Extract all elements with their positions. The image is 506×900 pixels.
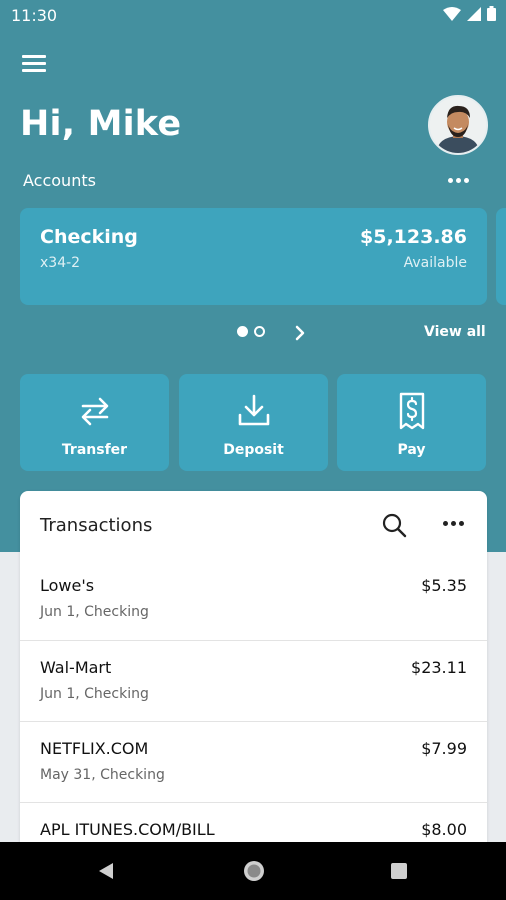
transfer-label: Transfer bbox=[61, 442, 128, 458]
transactions-list: Lowe's Jun 1, Checking $5.35 Wal-Mart Ju… bbox=[20, 559, 487, 851]
account-balance: $5,123.86 bbox=[360, 226, 467, 248]
greeting-title: Hi, Mike bbox=[20, 104, 182, 144]
pager-dot-active[interactable] bbox=[237, 326, 248, 337]
transaction-row[interactable]: Lowe's Jun 1, Checking $5.35 bbox=[20, 559, 487, 640]
account-number: x34-2 bbox=[40, 255, 81, 271]
transactions-title: Transactions bbox=[40, 515, 153, 536]
transaction-row[interactable]: Wal-Mart Jun 1, Checking $23.11 bbox=[20, 640, 487, 721]
status-icons bbox=[443, 6, 496, 21]
avatar-illustration bbox=[430, 97, 486, 153]
transaction-amount: $8.00 bbox=[421, 820, 467, 839]
more-horizontal-icon[interactable] bbox=[444, 170, 472, 190]
transaction-row[interactable]: NETFLIX.COM May 31, Checking $7.99 bbox=[20, 721, 487, 802]
download-tray-icon bbox=[238, 394, 269, 426]
battery-icon bbox=[487, 6, 496, 21]
user-avatar[interactable] bbox=[428, 95, 488, 155]
transaction-meta: May 31, Checking bbox=[40, 767, 165, 783]
deposit-label: Deposit bbox=[223, 442, 284, 458]
transaction-amount: $23.11 bbox=[411, 658, 467, 677]
transaction-amount: $7.99 bbox=[421, 739, 467, 758]
more-horizontal-icon[interactable] bbox=[439, 513, 467, 535]
pay-label: Pay bbox=[397, 442, 426, 458]
system-nav-bar bbox=[0, 842, 506, 900]
hamburger-menu-icon[interactable] bbox=[22, 52, 48, 76]
recents-square-icon[interactable] bbox=[389, 861, 409, 881]
chevron-right-icon[interactable] bbox=[290, 323, 310, 343]
status-time: 11:30 bbox=[11, 6, 58, 25]
transaction-meta: Jun 1, Checking bbox=[40, 604, 149, 620]
pager-dot[interactable] bbox=[254, 326, 265, 337]
dollar-receipt-icon bbox=[399, 392, 424, 430]
accounts-label: Accounts bbox=[23, 171, 96, 190]
account-card-checking[interactable]: Checking x34-2 $5,123.86 Available bbox=[20, 208, 487, 305]
transaction-merchant: Lowe's bbox=[40, 576, 95, 595]
account-balance-label: Available bbox=[403, 255, 467, 271]
transfer-button[interactable]: Transfer bbox=[20, 374, 169, 471]
account-name: Checking bbox=[40, 226, 138, 248]
back-triangle-icon[interactable] bbox=[96, 861, 116, 881]
transaction-merchant: NETFLIX.COM bbox=[40, 739, 149, 758]
transaction-meta: Jun 1, Checking bbox=[40, 686, 149, 702]
transactions-panel: Transactions Lowe's Jun 1, Checking $5.3… bbox=[20, 491, 487, 851]
transfer-arrows-icon bbox=[81, 397, 108, 426]
next-account-card-peek[interactable] bbox=[496, 208, 506, 305]
wifi-icon bbox=[443, 6, 461, 21]
pay-button[interactable]: Pay bbox=[337, 374, 486, 471]
transaction-merchant: APL ITUNES.COM/BILL bbox=[40, 820, 215, 839]
transaction-merchant: Wal-Mart bbox=[40, 658, 112, 677]
deposit-button[interactable]: Deposit bbox=[179, 374, 328, 471]
view-all-link[interactable]: View all bbox=[424, 324, 486, 340]
search-icon[interactable] bbox=[380, 511, 408, 539]
status-bar: 11:30 bbox=[0, 0, 506, 32]
home-circle-icon[interactable] bbox=[242, 859, 266, 883]
transaction-amount: $5.35 bbox=[421, 576, 467, 595]
signal-icon bbox=[467, 6, 481, 21]
card-pager bbox=[237, 326, 265, 337]
